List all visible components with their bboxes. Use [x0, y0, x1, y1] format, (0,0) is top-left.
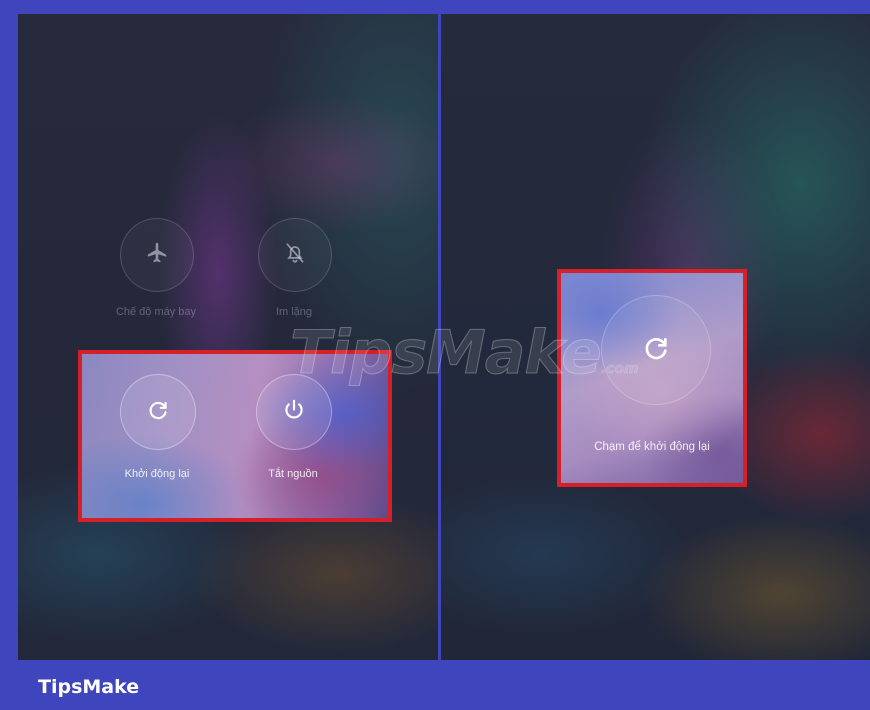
airplane-icon — [144, 240, 170, 271]
restart-button[interactable] — [120, 374, 196, 450]
bell-off-icon — [282, 240, 308, 271]
footer-brand: TipsMake — [38, 676, 140, 698]
power-menu-panel: Chế độ máy bay Im lặng Khởi động lại Tắt… — [18, 14, 438, 660]
tap-to-restart-button[interactable] — [601, 295, 711, 405]
restart-icon — [640, 332, 672, 369]
restart-label: Khởi động lại — [124, 468, 190, 480]
restart-confirm-panel: Chạm để khởi động lại — [441, 14, 870, 660]
silent-mode-label: Im lặng — [275, 306, 313, 318]
tap-to-restart-label: Chạm để khởi động lại — [594, 441, 710, 453]
highlight-box-confirm: Chạm để khởi động lại — [557, 269, 747, 487]
power-off-label: Tắt nguồn — [268, 468, 318, 480]
blurred-wallpaper — [18, 14, 438, 660]
power-off-button[interactable] — [256, 374, 332, 450]
footer-bar: TipsMake — [0, 664, 870, 710]
power-icon — [281, 397, 307, 428]
restart-icon — [145, 397, 171, 428]
highlight-box-restart-power: Khởi động lại Tắt nguồn — [78, 350, 392, 522]
airplane-mode-button[interactable] — [120, 218, 194, 292]
airplane-mode-label: Chế độ máy bay — [115, 306, 197, 318]
silent-mode-button[interactable] — [258, 218, 332, 292]
